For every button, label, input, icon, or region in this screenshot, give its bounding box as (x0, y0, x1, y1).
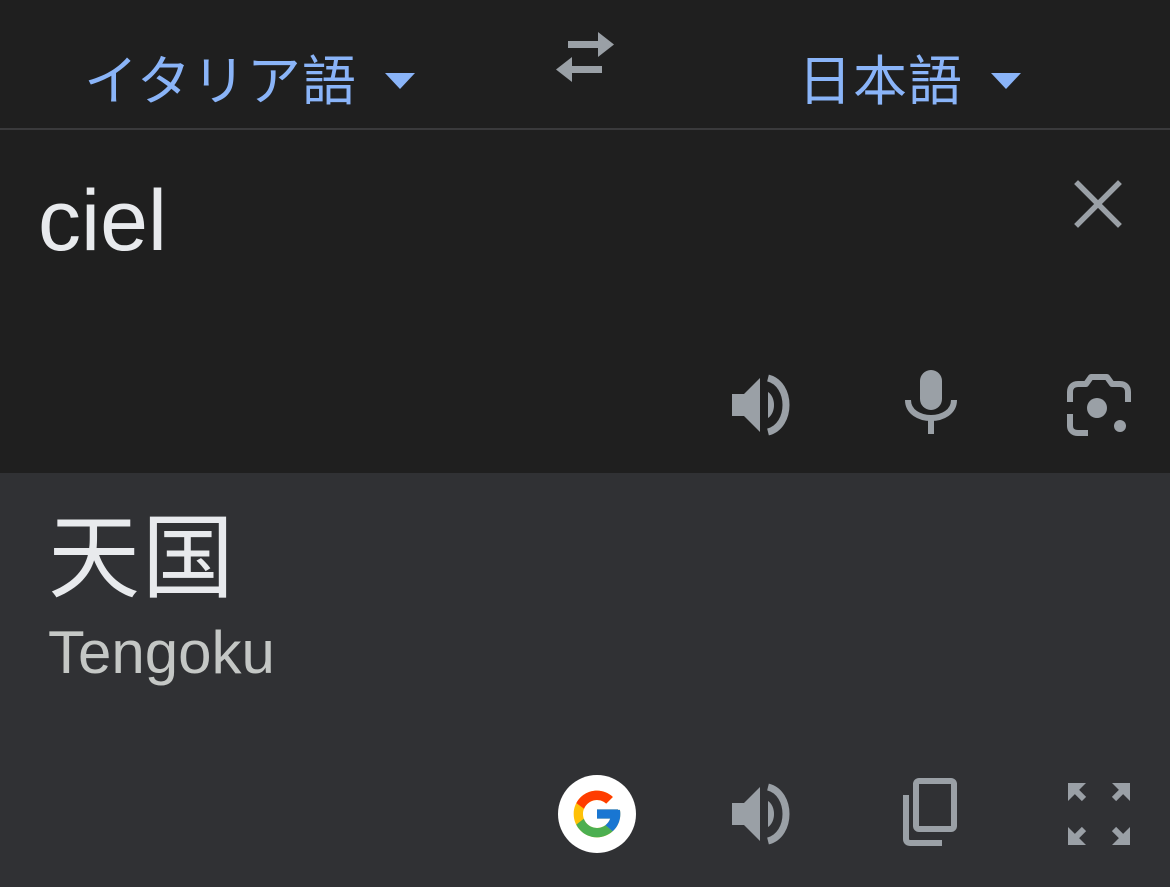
source-listen-button[interactable] (728, 370, 798, 440)
dropdown-arrow-icon (991, 73, 1021, 89)
source-language-label: イタリア語 (84, 49, 357, 113)
result-panel: 天国 Tengoku (0, 473, 1170, 887)
translate-app: イタリア語 日本語 ciel 天国 Tengoku (0, 0, 1170, 887)
target-language-label: 日本語 (798, 49, 963, 113)
romanization-text: Tengoku (48, 619, 275, 686)
close-icon (1074, 180, 1122, 228)
source-input[interactable]: ciel (38, 178, 167, 264)
result-listen-button[interactable] (728, 779, 798, 849)
copy-button[interactable] (894, 777, 964, 847)
google-search-button[interactable] (558, 775, 636, 853)
source-panel: ciel (0, 130, 1170, 473)
translation-text: 天国 (48, 505, 237, 612)
swap-horiz-icon (556, 32, 614, 82)
dropdown-arrow-icon (384, 73, 415, 89)
camera-lens-icon (1067, 374, 1131, 436)
mic-icon (905, 370, 957, 434)
fullscreen-icon (1068, 783, 1130, 845)
copy-icon (903, 778, 957, 846)
volume-up-icon (732, 374, 790, 436)
target-language-button[interactable]: 日本語 (798, 36, 1021, 116)
microphone-button[interactable] (896, 368, 966, 438)
google-g-logo (573, 790, 621, 838)
volume-up-icon (732, 783, 790, 845)
camera-button[interactable] (1064, 370, 1134, 440)
clear-button[interactable] (1070, 176, 1126, 232)
fullscreen-button[interactable] (1064, 779, 1134, 849)
source-language-button[interactable]: イタリア語 (84, 36, 415, 116)
swap-languages-button[interactable] (552, 30, 618, 84)
language-bar: イタリア語 日本語 (0, 0, 1170, 130)
